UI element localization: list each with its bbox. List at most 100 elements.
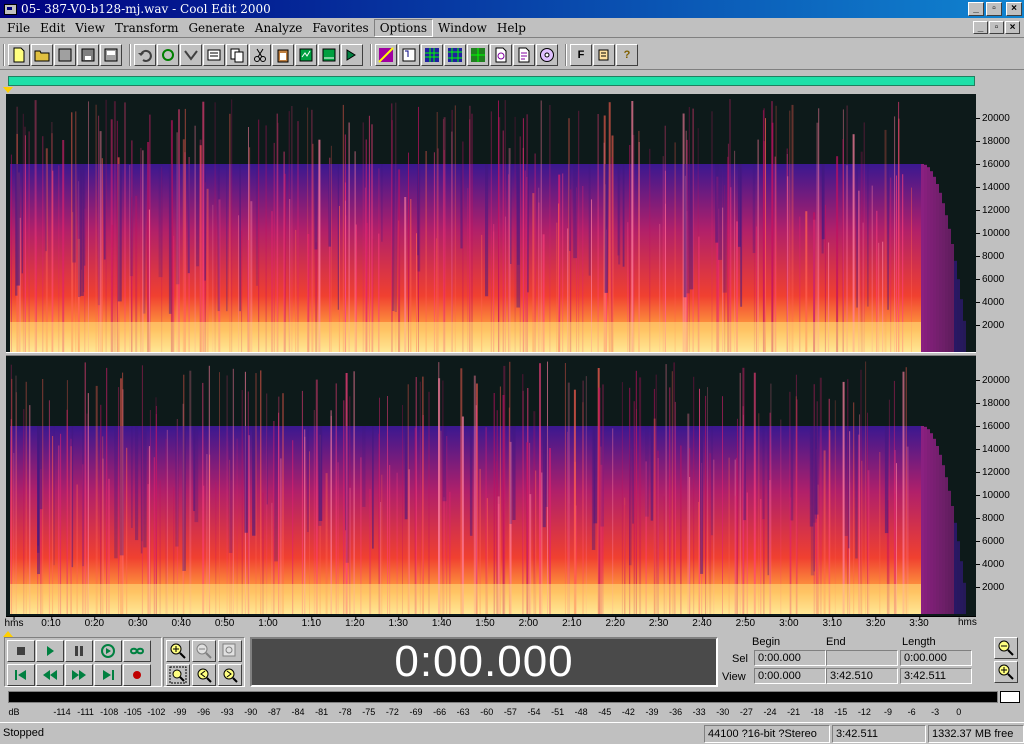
time-tick: 2:40: [692, 617, 712, 629]
db-tick: -108: [100, 707, 119, 717]
go-to-start-button[interactable]: [7, 664, 35, 686]
time-ruler[interactable]: hms 0:10 0:20 0:30 0:40 0:50 1:00 1:10 1:20 1:30…: [4, 616, 976, 630]
zoom-right-button[interactable]: [218, 664, 242, 686]
close-button[interactable]: ×: [1006, 2, 1022, 16]
record-button[interactable]: [123, 664, 151, 686]
time-tick: 0:30: [128, 617, 148, 629]
cd-icon[interactable]: [536, 43, 558, 66]
sel-begin-field[interactable]: 0:00.000: [754, 650, 826, 666]
time-tick: 1:00: [258, 617, 278, 629]
grid-icon-1[interactable]: [421, 43, 443, 66]
level-meter-peak[interactable]: [1000, 691, 1020, 703]
f-icon[interactable]: F: [570, 43, 592, 66]
waveform-icon[interactable]: [398, 43, 420, 66]
menu-file[interactable]: File: [2, 20, 35, 36]
level-meter: dB -114 -111 -108 -105 -102 -99 -96 -93 -90 -87 -8…: [4, 691, 1020, 721]
channel-right[interactable]: [6, 356, 976, 614]
new-icon[interactable]: [8, 43, 30, 66]
rewind-button[interactable]: [36, 664, 64, 686]
view-end-field[interactable]: 3:42.510: [826, 668, 898, 684]
copy-icon[interactable]: [226, 43, 248, 66]
save-all-icon[interactable]: [100, 43, 122, 66]
undo-icon[interactable]: [134, 43, 156, 66]
db-tick: -57: [503, 707, 517, 717]
doc-restore-button[interactable]: ▫: [989, 21, 1004, 34]
db-tick: -102: [147, 707, 166, 717]
time-tick: 1:20: [345, 617, 365, 629]
zoom-left-button[interactable]: [192, 664, 216, 686]
cut-icon[interactable]: [249, 43, 271, 66]
start-marker-icon[interactable]: [3, 87, 13, 93]
open-icon[interactable]: [31, 43, 53, 66]
transport-controls: [4, 637, 162, 687]
menu-transform[interactable]: Transform: [110, 20, 184, 36]
doc-close-button[interactable]: ×: [1005, 21, 1020, 34]
cue-icon[interactable]: [490, 43, 512, 66]
db-tick: -93: [220, 707, 234, 717]
grid-icon-3[interactable]: [467, 43, 489, 66]
view-begin-field[interactable]: 0:00.000: [754, 668, 826, 684]
spectral-view[interactable]: [6, 94, 976, 616]
repeat-icon[interactable]: [157, 43, 179, 66]
vertical-zoom-in-button[interactable]: [994, 661, 1018, 683]
time-tick: 0:20: [84, 617, 105, 629]
go-to-end-button[interactable]: [94, 664, 122, 686]
zoom-selection-button[interactable]: [166, 664, 190, 686]
grid-icon-2[interactable]: [444, 43, 466, 66]
zoom-in-button[interactable]: [166, 640, 190, 662]
zoom-in-vertical-icon: [998, 664, 1014, 680]
overview-bar[interactable]: [8, 76, 975, 86]
trim-icon[interactable]: [318, 43, 340, 66]
app-icon[interactable]: [2, 2, 18, 16]
menu-analyze[interactable]: Analyze: [250, 20, 308, 36]
menu-window[interactable]: Window: [433, 20, 492, 36]
loop-button[interactable]: [123, 640, 151, 662]
paste-special-icon[interactable]: [295, 43, 317, 66]
menu-edit[interactable]: Edit: [35, 20, 70, 36]
close-file-icon[interactable]: [54, 43, 76, 66]
play-to-end-button[interactable]: [94, 640, 122, 662]
db-tick: -99: [173, 707, 187, 717]
menu-view[interactable]: View: [70, 20, 110, 36]
frequency-tick: 18000: [976, 135, 1010, 147]
menu-favorites[interactable]: Favorites: [307, 20, 373, 36]
fast-forward-button[interactable]: [65, 664, 93, 686]
zoom-full-button[interactable]: [218, 640, 242, 662]
menu-options[interactable]: Options: [373, 18, 434, 37]
level-meter-scale: dB -114 -111 -108 -105 -102 -99 -96 -93 -90 -87 -8…: [4, 707, 998, 719]
maximize-button[interactable]: ▫: [986, 2, 1002, 16]
sel-length-field[interactable]: 0:00.000: [900, 650, 972, 666]
menu-help[interactable]: Help: [492, 20, 531, 36]
zoom-out-button[interactable]: [192, 640, 216, 662]
save-icon[interactable]: [77, 43, 99, 66]
channel-left[interactable]: [6, 94, 976, 352]
cut-icon-2[interactable]: [203, 43, 225, 66]
pause-button[interactable]: [65, 640, 93, 662]
frequency-tick: 8000: [976, 513, 1004, 525]
frequency-tick: 20000: [976, 112, 1010, 124]
help-icon[interactable]: ?: [616, 43, 638, 66]
play-button[interactable]: [36, 640, 64, 662]
document-icon[interactable]: [513, 43, 535, 66]
spectral-icon[interactable]: [375, 43, 397, 66]
play-mix-icon[interactable]: [341, 43, 363, 66]
mix-paste-icon[interactable]: [180, 43, 202, 66]
minimize-button[interactable]: _: [968, 2, 984, 16]
vertical-zoom-out-button[interactable]: [994, 637, 1018, 659]
script-icon[interactable]: [593, 43, 615, 66]
sel-end-field[interactable]: [826, 650, 898, 666]
view-length-field[interactable]: 3:42.511: [900, 668, 972, 684]
db-tick: -60: [480, 707, 494, 717]
doc-minimize-button[interactable]: _: [973, 21, 988, 34]
menu-generate[interactable]: Generate: [183, 20, 249, 36]
db-tick: -54: [527, 707, 541, 717]
time-unit-label: hms: [4, 617, 24, 629]
frequency-tick: 4000: [976, 559, 1004, 571]
frequency-tick: 10000: [976, 490, 1010, 502]
paste-icon[interactable]: [272, 43, 294, 66]
db-tick: -114: [53, 707, 71, 717]
title-bar[interactable]: 05- 387-V0-b128-mj.wav - Cool Edit 2000 …: [0, 0, 1024, 18]
db-unit-label: dB: [8, 707, 20, 717]
stop-button[interactable]: [7, 640, 35, 662]
view-label: View: [722, 671, 746, 683]
